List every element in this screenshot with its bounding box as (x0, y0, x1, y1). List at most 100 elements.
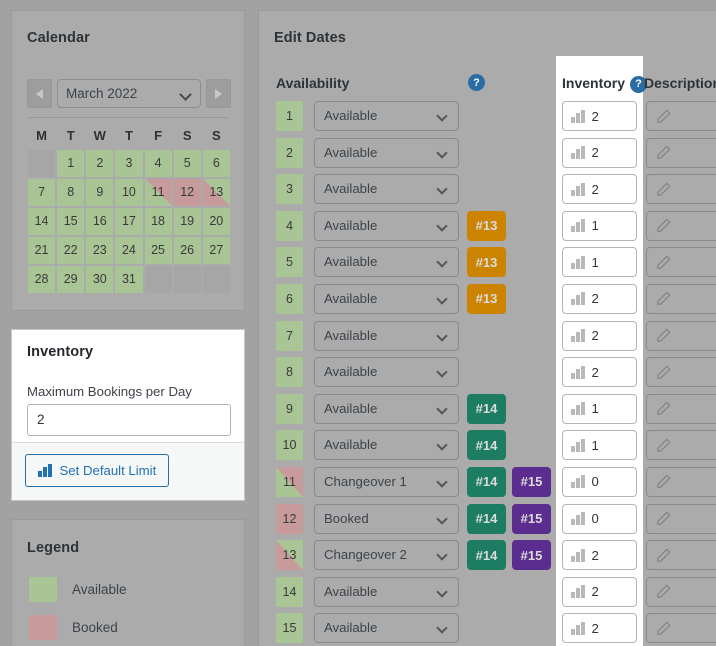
calendar-day-2[interactable]: 2 (86, 150, 114, 177)
availability-select[interactable]: Available (314, 210, 459, 241)
inventory-input[interactable]: 1 (562, 247, 637, 278)
description-input[interactable] (646, 174, 716, 205)
inventory-input[interactable]: 0 (562, 466, 637, 497)
booking-badge[interactable]: #13 (467, 210, 506, 241)
legend-label: Booked (72, 619, 118, 635)
availability-select[interactable]: Booked (314, 503, 459, 534)
next-month-button[interactable] (206, 79, 231, 108)
availability-select[interactable]: Available (314, 174, 459, 205)
bar-chart-icon (571, 438, 585, 452)
calendar-day-13[interactable]: 13 (202, 179, 230, 206)
calendar-day-21[interactable]: 21 (28, 237, 56, 264)
calendar-day-9[interactable]: 9 (86, 179, 114, 206)
inventory-input[interactable]: 2 (562, 283, 637, 314)
calendar-day-20[interactable]: 20 (202, 208, 230, 235)
availability-help-icon[interactable]: ? (468, 74, 485, 91)
calendar-day-19[interactable]: 19 (173, 208, 201, 235)
availability-select[interactable]: Available (314, 247, 459, 278)
set-default-limit-button[interactable]: Set Default Limit (25, 454, 170, 487)
calendar-cell-wrap: 30 (85, 265, 114, 294)
calendar-day-6[interactable]: 6 (202, 150, 230, 177)
prev-month-button[interactable] (27, 79, 52, 108)
booking-badge[interactable]: #14 (467, 466, 506, 497)
inventory-input[interactable]: 2 (562, 613, 637, 644)
description-input[interactable] (646, 540, 716, 571)
calendar-day-7[interactable]: 7 (28, 179, 56, 206)
description-input[interactable] (646, 137, 716, 168)
inventory-input[interactable]: 0 (562, 503, 637, 534)
inventory-input[interactable]: 2 (562, 540, 637, 571)
description-input[interactable] (646, 283, 716, 314)
calendar-day-1[interactable]: 1 (57, 150, 85, 177)
calendar-day-8[interactable]: 8 (57, 179, 85, 206)
description-input[interactable] (646, 466, 716, 497)
calendar-day-12[interactable]: 12 (173, 179, 201, 206)
description-input[interactable] (646, 357, 716, 388)
inventory-input[interactable]: 2 (562, 137, 637, 168)
edit-date-row: 12 Booked #14 #15 0 (259, 503, 716, 541)
inventory-input[interactable]: 1 (562, 393, 637, 424)
row-day-cell: 14 (276, 576, 303, 607)
description-input[interactable] (646, 613, 716, 644)
calendar-day-18[interactable]: 18 (144, 208, 172, 235)
calendar-day-15[interactable]: 15 (57, 208, 85, 235)
description-input[interactable] (646, 320, 716, 351)
calendar-day-23[interactable]: 23 (86, 237, 114, 264)
booking-badge[interactable]: #13 (467, 247, 506, 278)
description-input[interactable] (646, 576, 716, 607)
booking-badge[interactable]: #15 (512, 540, 551, 571)
description-input[interactable] (646, 430, 716, 461)
availability-select[interactable]: Available (314, 430, 459, 461)
calendar-day-29[interactable]: 29 (57, 266, 85, 293)
availability-select[interactable]: Available (314, 101, 459, 131)
calendar-day-27[interactable]: 27 (202, 237, 230, 264)
description-input[interactable] (646, 393, 716, 424)
booking-badge[interactable]: #15 (512, 503, 551, 534)
inventory-input[interactable]: 1 (562, 210, 637, 241)
calendar-day-16[interactable]: 16 (86, 208, 114, 235)
calendar-day-28[interactable]: 28 (28, 266, 56, 293)
availability-select[interactable]: Available (314, 137, 459, 168)
availability-select-value: Available (324, 364, 378, 380)
pencil-icon (657, 218, 671, 232)
calendar-day-24[interactable]: 24 (115, 237, 143, 264)
availability-select[interactable]: Changeover 2 (314, 540, 459, 571)
inventory-input[interactable]: 2 (562, 320, 637, 351)
calendar-day-17[interactable]: 17 (115, 208, 143, 235)
availability-select[interactable]: Changeover 1 (314, 466, 459, 497)
availability-select[interactable]: Available (314, 613, 459, 644)
calendar-day-31[interactable]: 31 (115, 266, 143, 293)
description-input[interactable] (646, 210, 716, 241)
max-bookings-input[interactable]: 2 (27, 404, 231, 436)
booking-badge[interactable]: #14 (467, 503, 506, 534)
booking-badge[interactable]: #14 (467, 540, 506, 571)
booking-badge[interactable]: #13 (467, 283, 506, 314)
inventory-input[interactable]: 2 (562, 576, 637, 607)
description-input[interactable] (646, 101, 716, 131)
calendar-day-4[interactable]: 4 (144, 150, 172, 177)
inventory-input[interactable]: 2 (562, 101, 637, 131)
inventory-input[interactable]: 1 (562, 430, 637, 461)
booking-badge[interactable]: #14 (467, 393, 506, 424)
availability-select[interactable]: Available (314, 283, 459, 314)
calendar-day-25[interactable]: 25 (144, 237, 172, 264)
calendar-day-5[interactable]: 5 (173, 150, 201, 177)
availability-select[interactable]: Available (314, 393, 459, 424)
calendar-day-11[interactable]: 11 (144, 179, 172, 206)
availability-select[interactable]: Available (314, 357, 459, 388)
calendar-day-10[interactable]: 10 (115, 179, 143, 206)
inventory-input[interactable]: 2 (562, 174, 637, 205)
booking-badge[interactable]: #15 (512, 466, 551, 497)
availability-select[interactable]: Available (314, 576, 459, 607)
availability-select[interactable]: Available (314, 320, 459, 351)
inventory-input[interactable]: 2 (562, 357, 637, 388)
calendar-day-3[interactable]: 3 (115, 150, 143, 177)
description-input[interactable] (646, 503, 716, 534)
calendar-day-14[interactable]: 14 (28, 208, 56, 235)
calendar-day-26[interactable]: 26 (173, 237, 201, 264)
calendar-day-22[interactable]: 22 (57, 237, 85, 264)
calendar-day-30[interactable]: 30 (86, 266, 114, 293)
description-input[interactable] (646, 247, 716, 278)
booking-badge[interactable]: #14 (467, 430, 506, 461)
month-select[interactable]: March 2022 (57, 79, 201, 108)
